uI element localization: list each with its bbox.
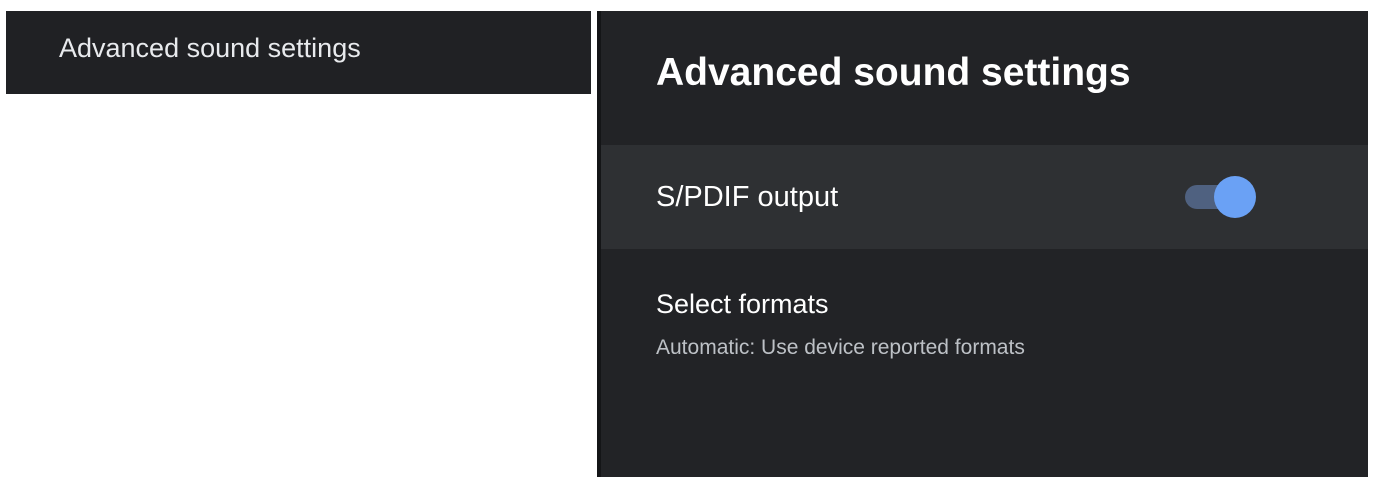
left-menu-item-label: Advanced sound settings bbox=[59, 33, 361, 63]
toggle-thumb bbox=[1214, 176, 1256, 218]
left-pane: Advanced sound settings bbox=[0, 0, 597, 477]
spdif-output-toggle[interactable] bbox=[1183, 174, 1259, 220]
select-formats-row[interactable]: Select formats Automatic: Use device rep… bbox=[601, 281, 1368, 381]
left-menu-item-advanced-sound-settings[interactable]: Advanced sound settings bbox=[6, 11, 591, 94]
spdif-output-row[interactable]: S/PDIF output bbox=[601, 145, 1368, 249]
page-title: Advanced sound settings bbox=[656, 51, 1131, 94]
spdif-output-label: S/PDIF output bbox=[656, 181, 839, 213]
select-formats-subtitle: Automatic: Use device reported formats bbox=[656, 336, 1025, 359]
select-formats-title: Select formats bbox=[656, 289, 829, 319]
settings-panel: Advanced sound settings S/PDIF output Se… bbox=[601, 11, 1368, 477]
